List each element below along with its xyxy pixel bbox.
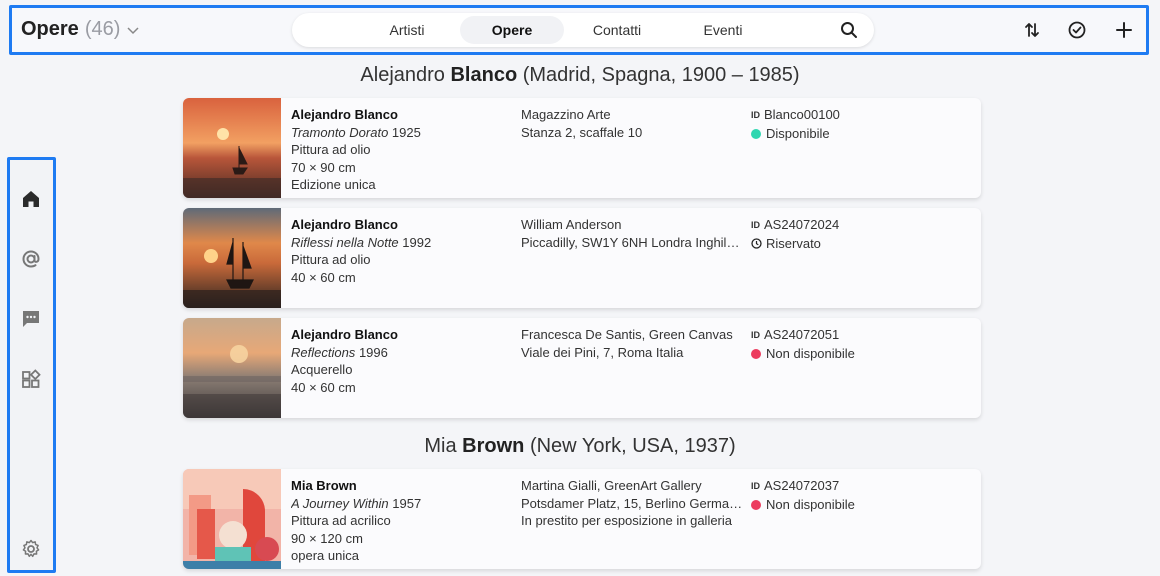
artwork-year: 1992 <box>402 234 432 250</box>
artwork-card[interactable]: Mia Brown A Journey Within 1957 Pittura … <box>183 469 981 569</box>
artwork-location-detail: Potsdamer Platz, 15, Berlino Germania <box>521 495 743 511</box>
artwork-title: Reflections <box>291 344 356 360</box>
status-badge: Disponibile <box>766 125 830 141</box>
artist-last-name: Brown <box>462 435 525 457</box>
top-bar: Opere (46) Artisti Opere Contatti Eventi <box>9 5 1149 55</box>
status-badge: Riservato <box>766 235 821 251</box>
artwork-title: Tramonto Dorato <box>291 124 389 140</box>
at-icon[interactable] <box>20 248 42 270</box>
tab-opere[interactable]: Opere <box>460 16 564 44</box>
artwork-location: Martina Gialli, GreenArt Gallery <box>521 478 702 493</box>
artwork-technique: Acquerello <box>291 362 353 377</box>
artwork-thumbnail <box>183 208 281 308</box>
plus-icon[interactable] <box>1114 20 1134 40</box>
artist-first-name: Mia <box>424 435 457 457</box>
artist-bio: (Madrid, Spagna, 1900 – 1985) <box>522 64 800 86</box>
artwork-year: 1996 <box>358 344 388 360</box>
artwork-location-detail: Viale dei Pini, 7, Roma Italia <box>521 344 684 360</box>
artist-last-name: Blanco <box>450 64 518 86</box>
artwork-location-detail: Piccadilly, SW1Y 6NH Londra Inghilterra <box>521 234 743 250</box>
artwork-location: William Anderson <box>521 217 622 232</box>
check-circle-icon[interactable] <box>1067 20 1087 40</box>
artwork-thumbnail <box>183 98 281 198</box>
widgets-icon[interactable] <box>20 368 42 390</box>
artwork-location: Francesca De Santis, Green Canvas <box>521 327 733 342</box>
search-icon[interactable] <box>840 21 858 39</box>
artwork-id: AS24072037 <box>764 478 840 493</box>
artwork-artist: Alejandro Blanco <box>291 107 398 122</box>
artwork-card[interactable]: Alejandro Blanco Tramonto Dorato 1925 Pi… <box>183 98 981 198</box>
artwork-card[interactable]: Alejandro Blanco Riflessi nella Notte 19… <box>183 208 981 308</box>
artwork-thumbnail <box>183 469 281 569</box>
artwork-id: AS24072024 <box>764 217 840 232</box>
artwork-edition: Edizione unica <box>291 177 376 192</box>
chevron-down-icon <box>127 26 139 34</box>
home-icon[interactable] <box>20 188 42 210</box>
artwork-size: 70 × 90 cm <box>291 159 356 175</box>
artwork-artist: Mia Brown <box>291 478 357 493</box>
status-dot <box>751 128 761 139</box>
page-title: Opere <box>21 18 79 40</box>
artist-heading: Mia Brown (New York, USA, 1937) <box>0 435 1160 458</box>
artwork-edition: opera unica <box>291 548 359 563</box>
id-label: ID <box>751 110 760 120</box>
artist-first-name: Alejandro <box>360 64 445 86</box>
artwork-technique: Pittura ad acrilico <box>291 513 391 528</box>
artwork-technique: Pittura ad olio <box>291 252 371 267</box>
status-dot <box>751 499 761 510</box>
tab-eventi[interactable]: Eventi <box>670 16 776 44</box>
artwork-title: A Journey Within <box>291 495 389 511</box>
artwork-title: Riflessi nella Notte <box>291 234 399 250</box>
page-title-dropdown[interactable]: Opere (46) <box>21 18 140 41</box>
artwork-size: 40 × 60 cm <box>291 379 356 395</box>
chat-icon[interactable] <box>20 308 42 330</box>
status-dot <box>751 348 761 359</box>
artwork-card[interactable]: Alejandro Blanco Reflections 1996 Acquer… <box>183 318 981 418</box>
sidebar <box>7 157 56 573</box>
settings-icon[interactable] <box>20 538 42 560</box>
item-count: (46) <box>84 18 121 40</box>
artwork-location-note: In prestito per esposizione in galleria <box>521 513 733 528</box>
status-badge: Non disponibile <box>766 345 855 361</box>
status-badge: Non disponibile <box>766 496 855 512</box>
artwork-size: 40 × 60 cm <box>291 269 356 285</box>
artwork-size: 90 × 120 cm <box>291 530 363 546</box>
artwork-id: AS24072051 <box>764 327 840 342</box>
id-label: ID <box>751 220 760 230</box>
id-label: ID <box>751 481 760 491</box>
main-nav: Artisti Opere Contatti Eventi <box>292 13 874 47</box>
artwork-year: 1925 <box>391 124 421 140</box>
artwork-year: 1957 <box>392 495 422 511</box>
id-label: ID <box>751 330 760 340</box>
artwork-technique: Pittura ad olio <box>291 142 371 157</box>
artwork-artist: Alejandro Blanco <box>291 327 398 342</box>
artist-heading: Alejandro Blanco (Madrid, Spagna, 1900 –… <box>0 64 1160 87</box>
artwork-id: Blanco00100 <box>764 107 840 122</box>
artist-bio: (New York, USA, 1937) <box>529 435 736 457</box>
artwork-location-detail: Stanza 2, scaffale 10 <box>521 124 643 140</box>
clock-icon <box>751 237 762 249</box>
artwork-artist: Alejandro Blanco <box>291 217 398 232</box>
artwork-location: Magazzino Arte <box>521 107 611 122</box>
artwork-thumbnail <box>183 318 281 418</box>
tab-contatti[interactable]: Contatti <box>564 16 670 44</box>
tab-artisti[interactable]: Artisti <box>352 16 462 44</box>
sort-icon[interactable] <box>1022 20 1042 40</box>
